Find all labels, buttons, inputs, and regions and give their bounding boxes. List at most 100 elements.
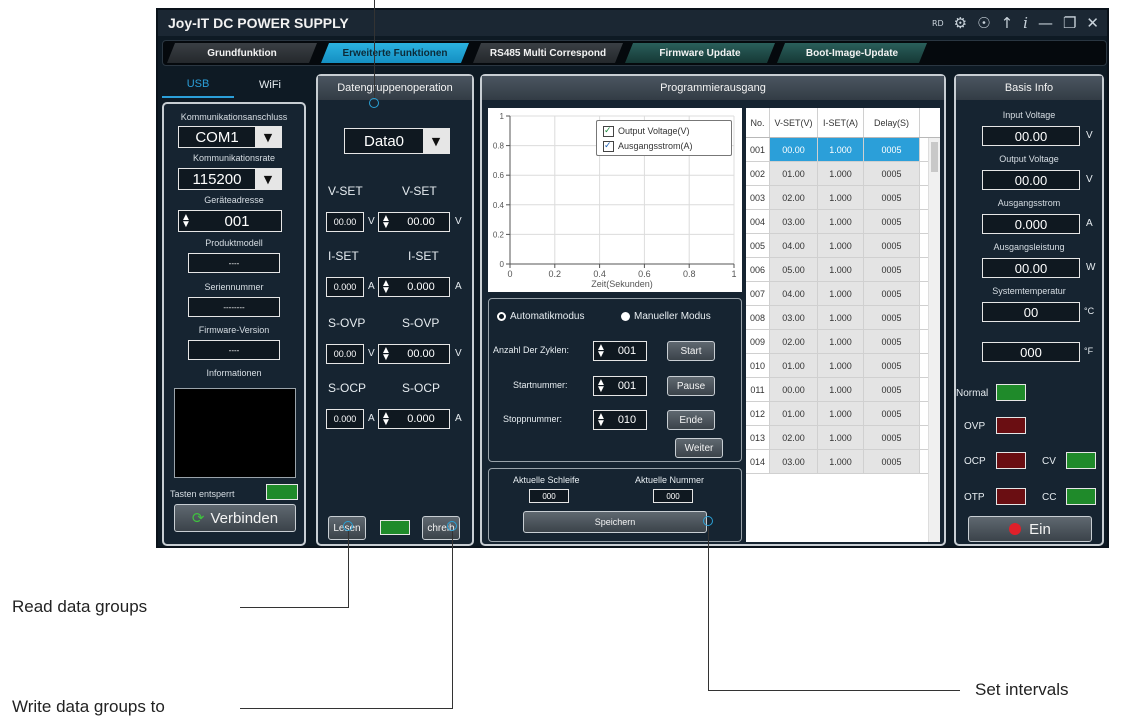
gear-icon[interactable]: ⚙ <box>954 14 967 32</box>
table-cell[interactable]: 01.00 <box>770 402 818 425</box>
tab-usb[interactable]: USB <box>162 72 234 98</box>
table-cell[interactable]: 01.00 <box>770 354 818 377</box>
table-cell[interactable]: 013 <box>746 426 770 449</box>
rate-select[interactable]: 115200 ▼ <box>178 168 282 190</box>
end-button[interactable]: Ende <box>667 410 715 430</box>
table-cell[interactable]: 1.000 <box>818 450 864 473</box>
table-cell[interactable]: 1.000 <box>818 138 864 161</box>
rd-label[interactable]: RD <box>932 19 944 28</box>
table-row[interactable]: 007 04.00 1.000 0005 <box>746 282 940 306</box>
table-cell[interactable]: 0005 <box>864 330 920 353</box>
stepper-arrows-icon[interactable]: ▲ ▼ <box>379 346 393 363</box>
table-cell[interactable]: 0005 <box>864 402 920 425</box>
table-cell[interactable]: 0005 <box>864 354 920 377</box>
table-cell[interactable]: 02.00 <box>770 186 818 209</box>
vset-right-stepper[interactable]: ▲ ▼ 00.00 <box>378 212 450 232</box>
table-cell[interactable]: 003 <box>746 186 770 209</box>
table-cell[interactable]: 1.000 <box>818 378 864 401</box>
table-cell[interactable]: 03.00 <box>770 210 818 233</box>
table-row[interactable]: 005 04.00 1.000 0005 <box>746 234 940 258</box>
table-cell[interactable]: 005 <box>746 234 770 257</box>
stepper-arrows-icon[interactable]: ▲ ▼ <box>594 412 608 429</box>
table-cell[interactable]: 0005 <box>864 426 920 449</box>
vset-left-field[interactable]: 00.00 <box>326 212 364 232</box>
table-cell[interactable]: 1.000 <box>818 306 864 329</box>
table-cell[interactable]: 02.00 <box>770 426 818 449</box>
table-cell[interactable]: 1.000 <box>818 426 864 449</box>
stepper-arrows-icon[interactable]: ▲ ▼ <box>594 343 608 360</box>
legend-item-current[interactable]: ✓ Ausgangsstrom(A) <box>597 139 731 153</box>
table-cell[interactable]: 04.00 <box>770 282 818 305</box>
next-button[interactable]: Weiter <box>675 438 723 458</box>
table-cell[interactable]: 04.00 <box>770 234 818 257</box>
tab-grundfunktion[interactable]: Grundfunktion <box>167 43 317 63</box>
col-header-iset[interactable]: I-SET(A) <box>818 108 864 137</box>
table-cell[interactable]: 0005 <box>864 138 920 161</box>
table-cell[interactable]: 0005 <box>864 450 920 473</box>
save-button[interactable]: Speichern <box>523 511 707 533</box>
table-cell[interactable]: 004 <box>746 210 770 233</box>
table-row[interactable]: 013 02.00 1.000 0005 <box>746 426 940 450</box>
mode-auto-radio[interactable]: Automatikmodus <box>497 311 584 322</box>
tab-wifi[interactable]: WiFi <box>234 72 306 98</box>
table-cell[interactable]: 1.000 <box>818 354 864 377</box>
connect-button[interactable]: ⟳ Verbinden <box>174 504 296 532</box>
table-cell[interactable]: 008 <box>746 306 770 329</box>
table-row[interactable]: 010 01.00 1.000 0005 <box>746 354 940 378</box>
tab-firmware-update[interactable]: Firmware Update <box>625 43 775 63</box>
table-cell[interactable]: 0005 <box>864 306 920 329</box>
iset-right-stepper[interactable]: ▲ ▼ 0.000 <box>378 277 450 297</box>
table-cell[interactable]: 03.00 <box>770 450 818 473</box>
ovp-right-stepper[interactable]: ▲ ▼ 00.00 <box>378 344 450 364</box>
table-cell[interactable]: 00.00 <box>770 378 818 401</box>
col-header-delay[interactable]: Delay(S) <box>864 108 920 137</box>
table-row[interactable]: 011 00.00 1.000 0005 <box>746 378 940 402</box>
cycles-stepper[interactable]: ▲ ▼ 001 <box>593 341 647 361</box>
up-arrow-icon[interactable]: ↑ <box>1001 14 1014 32</box>
table-row[interactable]: 004 03.00 1.000 0005 <box>746 210 940 234</box>
start-button[interactable]: Start <box>667 341 715 361</box>
table-cell[interactable]: 0005 <box>864 234 920 257</box>
table-cell[interactable]: 010 <box>746 354 770 377</box>
table-cell[interactable]: 02.00 <box>770 330 818 353</box>
stop-number-stepper[interactable]: ▲ ▼ 010 <box>593 410 647 430</box>
port-select[interactable]: COM1 ▼ <box>178 126 282 148</box>
table-cell[interactable]: 1.000 <box>818 186 864 209</box>
table-row[interactable]: 006 05.00 1.000 0005 <box>746 258 940 282</box>
start-number-stepper[interactable]: ▲ ▼ 001 <box>593 376 647 396</box>
table-row[interactable]: 014 03.00 1.000 0005 <box>746 450 940 474</box>
table-cell[interactable]: 0005 <box>864 378 920 401</box>
table-cell[interactable]: 1.000 <box>818 258 864 281</box>
stepper-arrows-icon[interactable]: ▲ ▼ <box>379 411 393 428</box>
table-cell[interactable]: 009 <box>746 330 770 353</box>
table-scrollbar[interactable] <box>928 138 940 542</box>
table-row[interactable]: 002 01.00 1.000 0005 <box>746 162 940 186</box>
ocp-right-stepper[interactable]: ▲ ▼ 0.000 <box>378 409 450 429</box>
table-cell[interactable]: 1.000 <box>818 234 864 257</box>
checkbox-icon[interactable]: ✓ <box>603 140 614 152</box>
table-cell[interactable]: 01.00 <box>770 162 818 185</box>
table-cell[interactable]: 014 <box>746 450 770 473</box>
info-icon[interactable]: i <box>1023 14 1028 32</box>
table-cell[interactable]: 1.000 <box>818 162 864 185</box>
col-header-vset[interactable]: V-SET(V) <box>770 108 818 137</box>
table-cell[interactable]: 0005 <box>864 162 920 185</box>
table-row[interactable]: 012 01.00 1.000 0005 <box>746 402 940 426</box>
tab-rs485[interactable]: RS485 Multi Correspond <box>473 43 623 63</box>
restore-icon[interactable]: ❐ <box>1063 14 1076 32</box>
table-cell[interactable]: 002 <box>746 162 770 185</box>
stepper-arrows-icon[interactable]: ▲ ▼ <box>594 378 608 395</box>
table-cell[interactable]: 05.00 <box>770 258 818 281</box>
datagroup-select[interactable]: Data0 ▼ <box>344 128 450 154</box>
table-cell[interactable]: 1.000 <box>818 282 864 305</box>
table-cell[interactable]: 0005 <box>864 210 920 233</box>
brain-icon[interactable]: ☉ <box>977 14 990 32</box>
stepper-arrows-icon[interactable]: ▲ ▼ <box>379 279 393 296</box>
table-cell[interactable]: 1.000 <box>818 330 864 353</box>
tab-erweiterte-funktionen[interactable]: Erweiterte Funktionen <box>321 43 469 63</box>
table-row[interactable]: 008 03.00 1.000 0005 <box>746 306 940 330</box>
mode-manual-radio[interactable]: Manueller Modus <box>621 311 711 322</box>
table-cell[interactable]: 0005 <box>864 258 920 281</box>
address-stepper[interactable]: ▲ ▼ 001 <box>178 210 282 232</box>
close-icon[interactable]: ✕ <box>1086 14 1099 32</box>
